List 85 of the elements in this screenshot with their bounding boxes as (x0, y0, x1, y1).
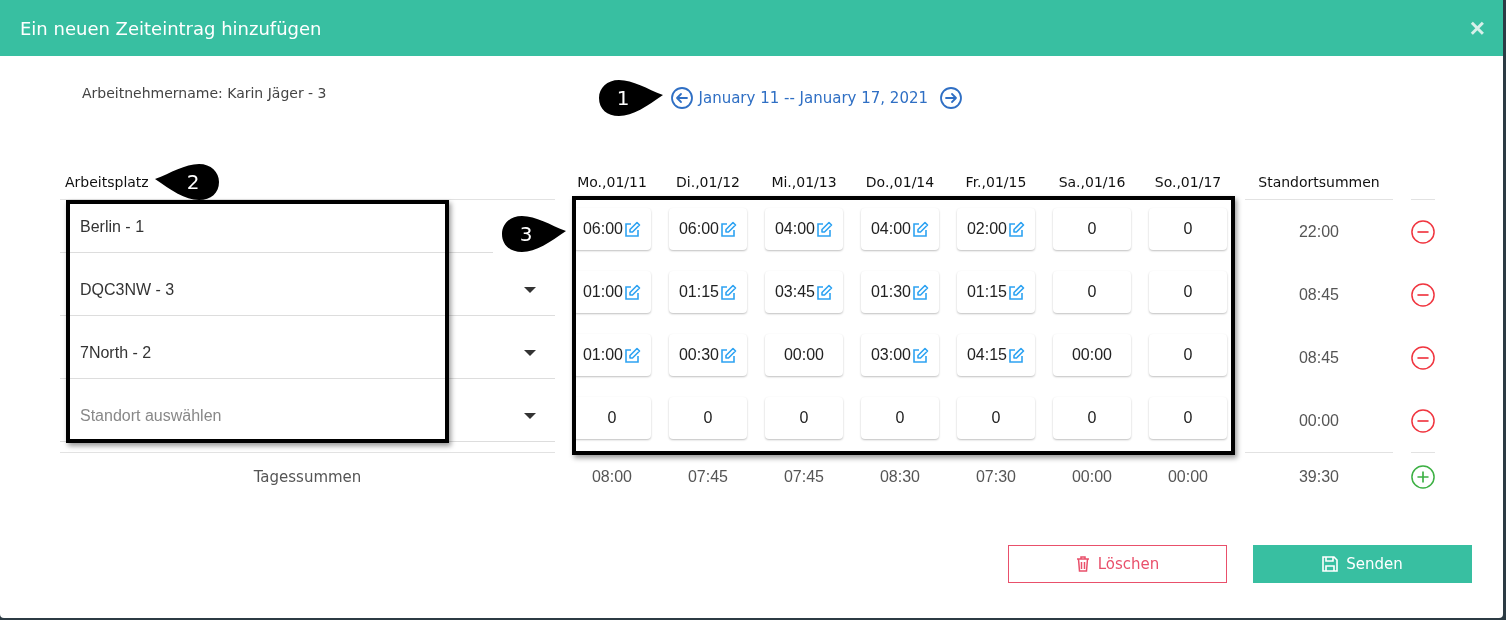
caret-icon[interactable] (524, 350, 536, 356)
time-field[interactable]: 04:00 (765, 208, 843, 250)
callout-marker: 1 (596, 78, 665, 118)
delete-button[interactable]: Löschen (1008, 545, 1227, 583)
time-field[interactable]: 0 (1053, 271, 1131, 313)
column-header: Do.,01/14 (861, 164, 939, 200)
edit-icon[interactable] (912, 221, 929, 237)
caret-icon[interactable] (524, 413, 536, 419)
time-field[interactable]: 03:00 (861, 334, 939, 376)
time-field[interactable]: 0 (1149, 271, 1227, 313)
time-field[interactable]: 0 (1149, 397, 1227, 439)
edit-icon[interactable] (912, 347, 929, 363)
dialog-title: Ein neuen Zeiteintrag hinzufügen (20, 17, 322, 39)
grand-total: 39:30 (1245, 452, 1393, 499)
callout-marker: 3 (500, 214, 568, 254)
column-header: So.,01/17 (1149, 164, 1227, 200)
remove-row-icon[interactable] (1411, 344, 1435, 371)
employee-name: Arbeitnehmername: Karin Jäger - 3 (82, 85, 327, 101)
time-field[interactable]: 03:45 (765, 271, 843, 313)
edit-icon[interactable] (624, 284, 641, 300)
edit-icon[interactable] (816, 284, 833, 300)
edit-icon[interactable] (1008, 284, 1025, 300)
remove-row-icon[interactable] (1411, 407, 1435, 434)
time-field[interactable]: 00:00 (1053, 334, 1131, 376)
day-total: 07:45 (669, 452, 747, 499)
location-select[interactable]: Berlin - 1 (60, 202, 493, 253)
column-header: Standortsummen (1245, 164, 1393, 200)
edit-icon[interactable] (1008, 347, 1025, 363)
remove-row-icon[interactable] (1411, 281, 1435, 308)
day-total: 08:30 (861, 452, 939, 499)
time-field[interactable]: 0 (1149, 208, 1227, 250)
row-total: 08:45 (1297, 284, 1340, 305)
previous-week-icon[interactable] (670, 87, 693, 109)
caret-icon[interactable] (524, 287, 536, 293)
day-total: 07:30 (957, 452, 1035, 499)
totals-label: Tagessummen (60, 452, 555, 499)
location-select[interactable]: DQC3NW - 3 (60, 265, 555, 316)
week-range: January 11 -- January 17, 2021 (698, 89, 929, 107)
trash-icon (1075, 556, 1090, 572)
row-total: 08:45 (1297, 347, 1340, 368)
row-total: 00:00 (1297, 410, 1340, 431)
time-field[interactable]: 01:00 (573, 334, 651, 376)
location-select[interactable]: Standort auswählen (60, 391, 555, 442)
time-field[interactable]: 04:00 (861, 208, 939, 250)
remove-row-icon[interactable] (1411, 218, 1435, 245)
edit-icon[interactable] (624, 221, 641, 237)
edit-icon[interactable] (816, 221, 833, 237)
time-field[interactable]: 02:00 (957, 208, 1035, 250)
row-total: 22:00 (1297, 221, 1340, 242)
edit-icon[interactable] (720, 221, 737, 237)
day-total: 00:00 (1149, 452, 1227, 499)
time-field[interactable]: 01:15 (669, 271, 747, 313)
edit-icon[interactable] (720, 347, 737, 363)
time-field[interactable]: 01:15 (957, 271, 1035, 313)
edit-icon[interactable] (720, 284, 737, 300)
location-select[interactable]: 7North - 2 (60, 328, 555, 379)
edit-icon[interactable] (624, 347, 641, 363)
time-field[interactable]: 0 (765, 397, 843, 439)
column-header: Sa.,01/16 (1053, 164, 1131, 200)
time-field[interactable]: 0 (669, 397, 747, 439)
time-field[interactable]: 00:30 (669, 334, 747, 376)
time-field[interactable]: 00:00 (765, 334, 843, 376)
day-total: 00:00 (1053, 452, 1131, 499)
time-field[interactable]: 06:00 (573, 208, 651, 250)
column-header: Mo.,01/11 (573, 164, 651, 200)
edit-icon[interactable] (1008, 221, 1025, 237)
day-total: 07:45 (765, 452, 843, 499)
time-field[interactable]: 0 (861, 397, 939, 439)
time-field[interactable]: 01:30 (861, 271, 939, 313)
time-field[interactable]: 0 (1053, 397, 1131, 439)
add-row-icon[interactable] (1411, 464, 1435, 490)
time-field[interactable]: 0 (573, 397, 651, 439)
column-header: Fr.,01/15 (957, 164, 1035, 200)
time-field[interactable]: 04:15 (957, 334, 1035, 376)
edit-icon[interactable] (912, 284, 929, 300)
next-week-icon[interactable] (940, 87, 963, 109)
day-total: 08:00 (573, 452, 651, 499)
time-field[interactable]: 01:00 (573, 271, 651, 313)
time-field[interactable]: 06:00 (669, 208, 747, 250)
column-header: Mi.,01/13 (765, 164, 843, 200)
time-field[interactable]: 0 (957, 397, 1035, 439)
time-field[interactable]: 0 (1053, 208, 1131, 250)
column-header: Di.,01/12 (669, 164, 747, 200)
column-header: Arbeitsplatz (65, 173, 149, 190)
time-field[interactable]: 0 (1149, 334, 1227, 376)
